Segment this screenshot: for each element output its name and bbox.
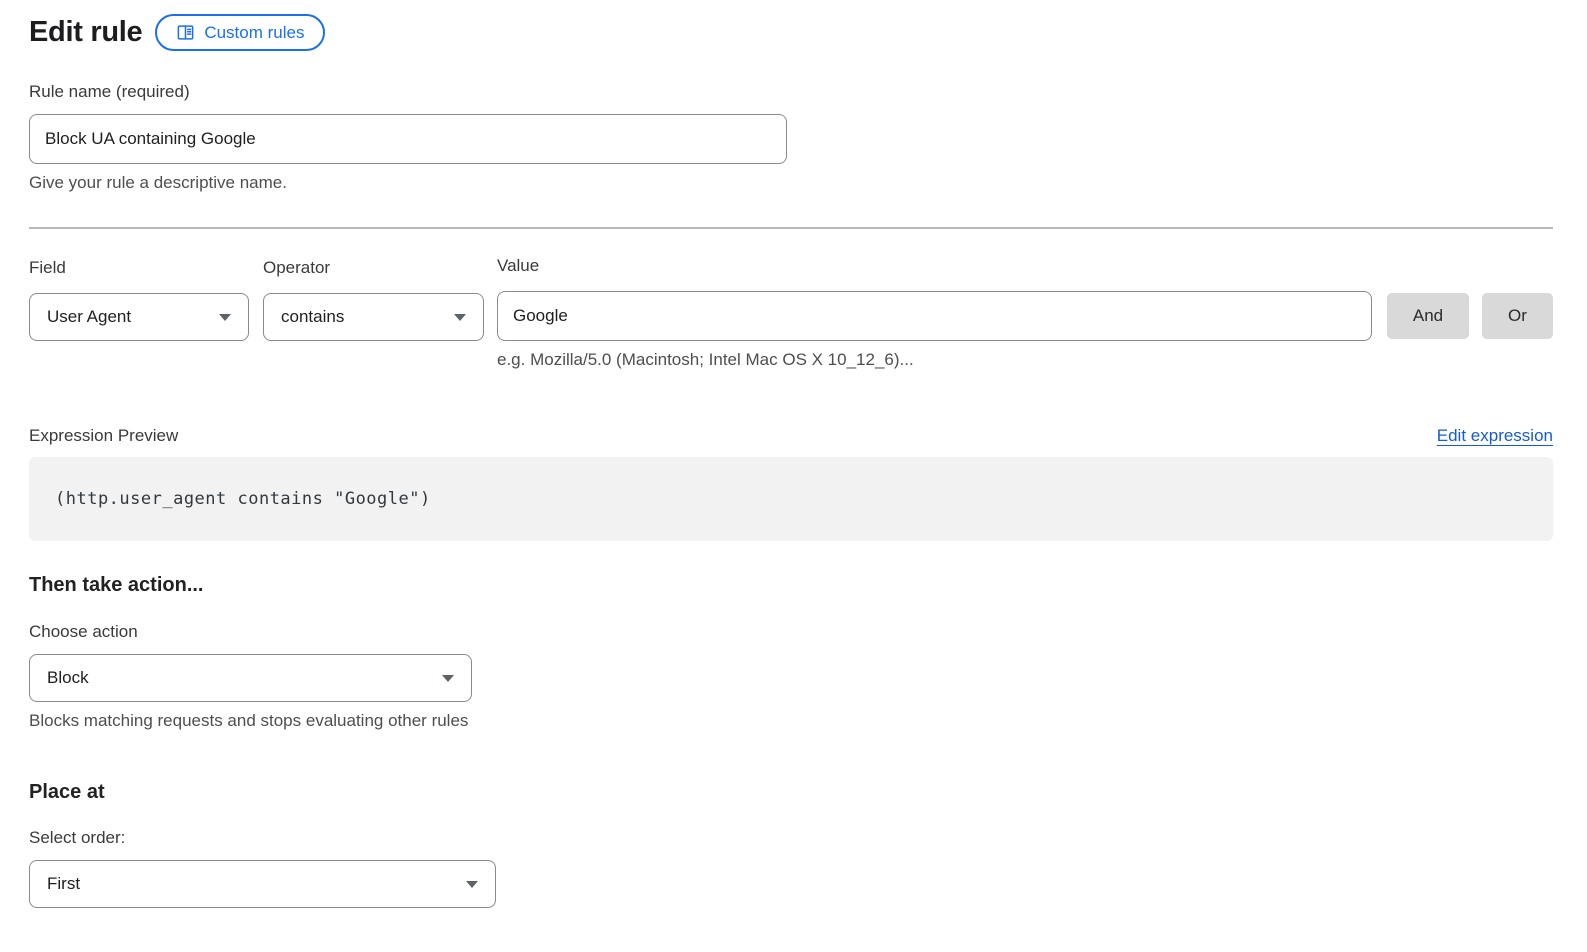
rule-name-label: Rule name (required) — [29, 82, 1553, 102]
field-label: Field — [29, 258, 249, 278]
field-column: Field User Agent — [29, 258, 249, 341]
page-title: Edit rule — [29, 16, 142, 49]
field-select[interactable]: User Agent — [29, 293, 249, 341]
expression-preview-box: (http.user_agent contains "Google") — [29, 457, 1553, 541]
operator-select[interactable]: contains — [263, 293, 484, 341]
caret-down-icon — [466, 881, 478, 888]
caret-down-icon — [454, 314, 466, 321]
action-select-value: Block — [47, 668, 89, 688]
value-column: Value — [497, 256, 1372, 341]
choose-action-label: Choose action — [29, 622, 1553, 642]
edit-rule-form: Edit rule Custom rules Rule name (requir… — [29, 14, 1553, 908]
operator-column: Operator contains — [263, 258, 484, 341]
open-book-icon — [176, 23, 195, 42]
value-label: Value — [497, 256, 1372, 276]
page-header: Edit rule Custom rules — [29, 14, 1553, 51]
order-select-value: First — [47, 874, 80, 894]
place-at-heading: Place at — [29, 781, 1553, 804]
rule-name-section: Rule name (required) Give your rule a de… — [29, 82, 1553, 193]
caret-down-icon — [442, 675, 454, 682]
caret-down-icon — [219, 314, 231, 321]
field-select-value: User Agent — [47, 307, 131, 327]
operator-label: Operator — [263, 258, 484, 278]
section-divider — [29, 227, 1553, 229]
custom-rules-button-label: Custom rules — [204, 23, 304, 43]
action-section-heading: Then take action... — [29, 574, 1553, 597]
and-button[interactable]: And — [1387, 293, 1469, 339]
edit-expression-link[interactable]: Edit expression — [1437, 426, 1553, 446]
value-helper: e.g. Mozilla/5.0 (Macintosh; Intel Mac O… — [497, 350, 1553, 370]
expression-header: Expression Preview Edit expression — [29, 426, 1553, 446]
or-button[interactable]: Or — [1482, 293, 1553, 339]
order-select[interactable]: First — [29, 860, 496, 908]
custom-rules-button[interactable]: Custom rules — [155, 14, 325, 51]
expression-preview-label: Expression Preview — [29, 426, 178, 446]
operator-select-value: contains — [281, 307, 344, 327]
select-order-label: Select order: — [29, 828, 1553, 848]
rule-name-input[interactable] — [29, 114, 787, 164]
expression-code: (http.user_agent contains "Google") — [55, 489, 431, 509]
action-select[interactable]: Block — [29, 654, 472, 702]
action-helper: Blocks matching requests and stops evalu… — [29, 711, 1553, 731]
rule-name-helper: Give your rule a descriptive name. — [29, 173, 1553, 193]
value-input[interactable] — [497, 291, 1372, 341]
condition-row: Field User Agent Operator contains Value… — [29, 256, 1553, 341]
